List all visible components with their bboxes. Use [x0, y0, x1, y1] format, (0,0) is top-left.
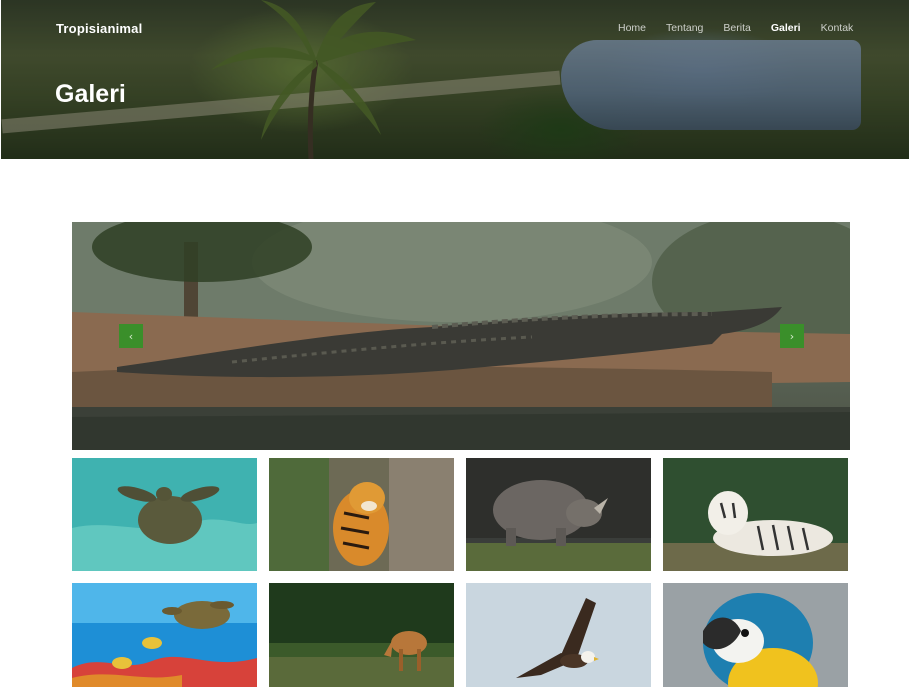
eagle-image [466, 583, 651, 687]
crocodile-slide-image [72, 222, 850, 450]
gallery-item-eagle[interactable] [466, 583, 651, 687]
nav-berita[interactable]: Berita [723, 22, 750, 34]
gallery-item-deer[interactable] [269, 583, 454, 687]
gallery-item-rhino[interactable] [466, 458, 651, 571]
gallery-item-sea-turtle[interactable] [72, 458, 257, 571]
tiger-image [269, 458, 454, 571]
chevron-right-icon: › [789, 329, 795, 343]
main-nav: Home Tentang Berita Galeri Kontak [618, 22, 873, 34]
gallery-item-tiger[interactable] [269, 458, 454, 571]
brand-logo[interactable]: Tropisianimal [56, 21, 142, 36]
chevron-left-icon: ‹ [128, 329, 134, 343]
rhino-image [466, 458, 651, 571]
gallery-item-white-tiger[interactable] [663, 458, 848, 571]
nav-home[interactable]: Home [618, 22, 646, 34]
deer-image [269, 583, 454, 687]
hero-banner: Tropisianimal Home Tentang Berita Galeri… [1, 0, 909, 159]
gallery-item-macaw[interactable] [663, 583, 848, 687]
sea-turtle-image [72, 458, 257, 571]
nav-tentang[interactable]: Tentang [666, 22, 703, 34]
slider-prev-button[interactable]: ‹ [119, 324, 143, 348]
slider-next-button[interactable]: › [780, 324, 804, 348]
nav-galeri[interactable]: Galeri [771, 22, 801, 34]
nav-kontak[interactable]: Kontak [821, 22, 854, 34]
image-slider[interactable]: ‹ › [72, 222, 850, 450]
white-tiger-image [663, 458, 848, 571]
page-title: Galeri [55, 80, 126, 108]
gallery-item-turtle-reef[interactable] [72, 583, 257, 687]
macaw-image [663, 583, 848, 687]
turtle-reef-image [72, 583, 257, 687]
